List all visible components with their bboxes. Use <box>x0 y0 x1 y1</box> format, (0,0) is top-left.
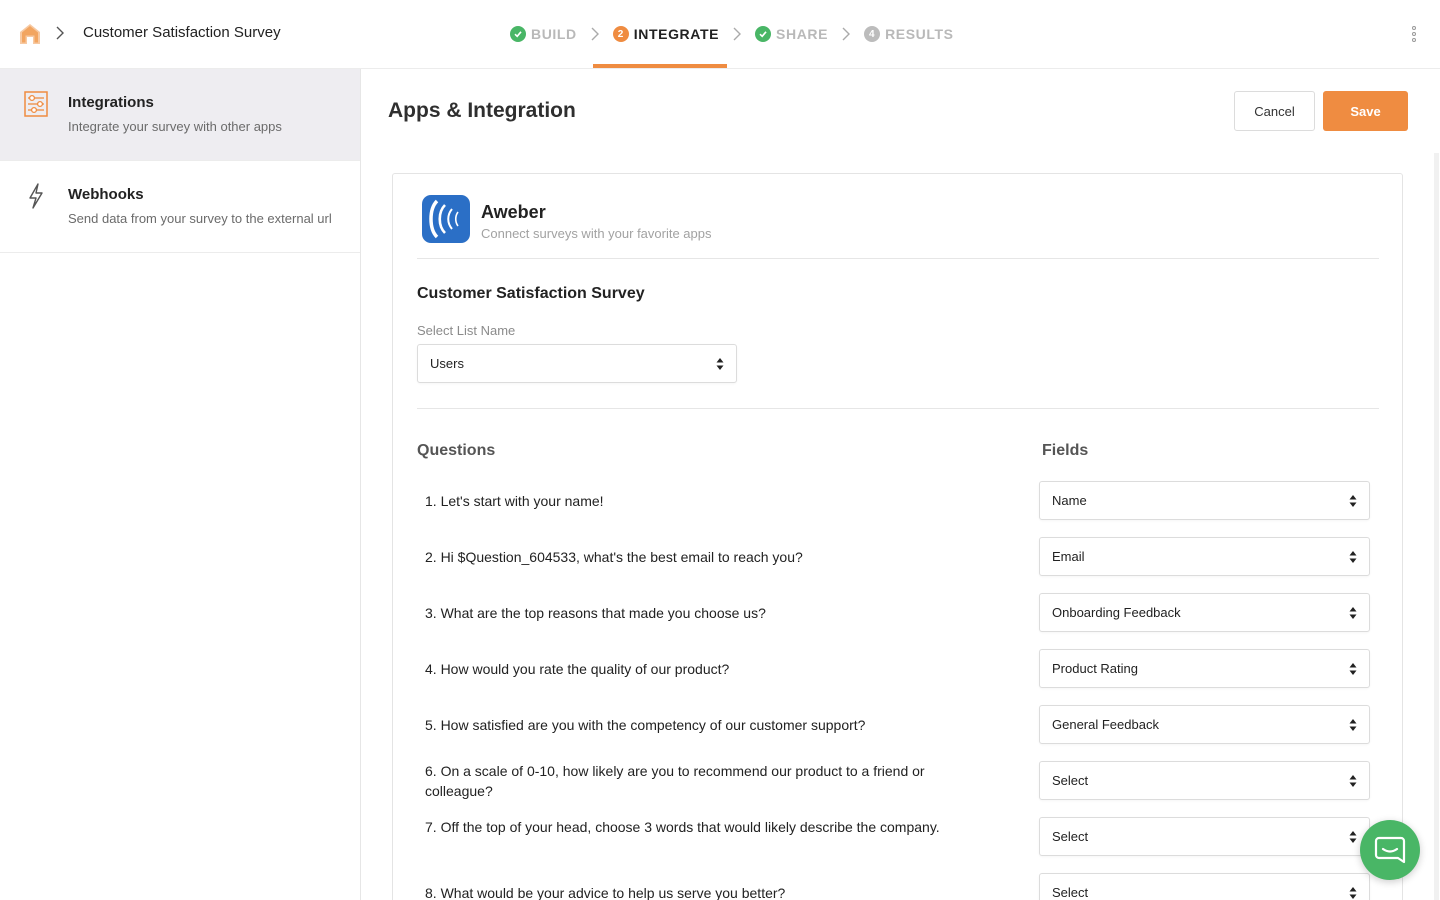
field-mapping-select[interactable]: General Feedback <box>1039 705 1370 744</box>
question-text: 2. Hi $Question_604533, what's the best … <box>425 549 803 565</box>
select-value: Select <box>1052 885 1089 900</box>
divider <box>417 408 1379 409</box>
questions-header: Questions <box>417 442 496 459</box>
list-name-select[interactable]: Users <box>417 344 737 383</box>
sidebar-item-title: Integrations <box>68 94 154 111</box>
question-text: 3. What are the top reasons that made yo… <box>425 605 766 621</box>
main-content: Apps & Integration Cancel Save Aweber Co… <box>361 69 1440 900</box>
chevron-right-icon <box>56 26 64 40</box>
select-value: Select <box>1052 829 1089 844</box>
select-value: Onboarding Feedback <box>1052 605 1181 620</box>
app-name: Aweber <box>481 202 546 222</box>
integration-card: Aweber Connect surveys with your favorit… <box>392 173 1403 900</box>
fields-header: Fields <box>1042 442 1089 459</box>
active-step-underline <box>593 64 727 68</box>
step-label: RESULTS <box>885 26 954 42</box>
sort-arrows-icon <box>1349 495 1357 507</box>
more-options-icon[interactable] <box>1405 24 1423 46</box>
list-name-label: Select List Name <box>417 323 516 338</box>
app-description: Connect surveys with your favorite apps <box>481 226 712 241</box>
question-text: 5. How satisfied are you with the compet… <box>425 717 866 733</box>
question-row: 2. Hi $Question_604533, what's the best … <box>393 537 1404 577</box>
home-icon[interactable] <box>19 23 41 45</box>
step-build[interactable]: BUILD <box>510 22 577 46</box>
sort-arrows-icon <box>1349 551 1357 563</box>
step-label: INTEGRATE <box>633 26 720 42</box>
aweber-logo-icon <box>422 195 470 243</box>
sort-arrows-icon <box>1349 775 1357 787</box>
question-text: 7. Off the top of your head, choose 3 wo… <box>425 819 940 835</box>
sidebar-item-webhooks[interactable]: Webhooks Send data from your survey to t… <box>0 161 360 253</box>
sidebar: Integrations Integrate your survey with … <box>0 69 361 900</box>
chevron-right-icon <box>591 27 599 41</box>
select-value: Name <box>1052 493 1087 508</box>
question-row: 3. What are the top reasons that made yo… <box>393 593 1404 633</box>
question-text: 8. What would be your advice to help us … <box>425 885 786 900</box>
field-mapping-select[interactable]: Select <box>1039 761 1370 800</box>
chat-launcher-button[interactable] <box>1360 820 1420 880</box>
sort-arrows-icon <box>716 358 724 370</box>
field-mapping-select[interactable]: Onboarding Feedback <box>1039 593 1370 632</box>
step-results[interactable]: 4 RESULTS <box>864 22 954 46</box>
question-row: 8. What would be your advice to help us … <box>393 873 1404 900</box>
sidebar-item-desc: Send data from your survey to the extern… <box>68 211 332 226</box>
question-row: 7. Off the top of your head, choose 3 wo… <box>393 817 1404 857</box>
check-icon <box>510 26 526 42</box>
field-mapping-select[interactable]: Email <box>1039 537 1370 576</box>
page-title: Apps & Integration <box>388 99 576 122</box>
question-row: 5. How satisfied are you with the compet… <box>393 705 1404 745</box>
select-value: Select <box>1052 773 1089 788</box>
step-integrate[interactable]: 2 INTEGRATE <box>612 22 720 46</box>
divider <box>417 258 1379 259</box>
form-title: Customer Satisfaction Survey <box>417 285 645 302</box>
sliders-icon <box>24 91 48 117</box>
scrollbar[interactable] <box>1434 153 1439 900</box>
question-text: 1. Let's start with your name! <box>425 493 604 509</box>
cancel-button[interactable]: Cancel <box>1234 91 1315 131</box>
sidebar-item-title: Webhooks <box>68 186 144 203</box>
question-row: 1. Let's start with your name! Name <box>393 481 1404 521</box>
progress-steps: BUILD 2 INTEGRATE SHARE 4 RESULTS <box>510 22 954 46</box>
sort-arrows-icon <box>1349 831 1357 843</box>
survey-title: Customer Satisfaction Survey <box>83 24 281 41</box>
select-value: Users <box>430 356 464 371</box>
select-value: General Feedback <box>1052 717 1159 732</box>
sort-arrows-icon <box>1349 663 1357 675</box>
lightning-icon <box>29 183 43 209</box>
select-value: Email <box>1052 549 1085 564</box>
chat-icon <box>1374 836 1406 864</box>
step-label: SHARE <box>776 26 829 42</box>
field-mapping-select[interactable]: Name <box>1039 481 1370 520</box>
step-number-badge: 2 <box>612 26 629 42</box>
step-label: BUILD <box>531 26 577 42</box>
sidebar-item-desc: Integrate your survey with other apps <box>68 119 282 134</box>
step-number-badge: 4 <box>864 26 881 42</box>
field-mapping-select[interactable]: Product Rating <box>1039 649 1370 688</box>
check-icon <box>755 26 772 42</box>
top-bar: Customer Satisfaction Survey BUILD 2 INT… <box>0 0 1440 69</box>
step-share[interactable]: SHARE <box>755 22 828 46</box>
field-mapping-select[interactable]: Select <box>1039 873 1370 900</box>
question-row: 4. How would you rate the quality of our… <box>393 649 1404 689</box>
sidebar-item-integrations[interactable]: Integrations Integrate your survey with … <box>0 69 360 161</box>
sort-arrows-icon <box>1349 719 1357 731</box>
field-mapping-select[interactable]: Select <box>1039 817 1370 856</box>
sort-arrows-icon <box>1349 887 1357 899</box>
question-text: 4. How would you rate the quality of our… <box>425 661 730 677</box>
sort-arrows-icon <box>1349 607 1357 619</box>
select-value: Product Rating <box>1052 661 1138 676</box>
save-button[interactable]: Save <box>1323 91 1408 131</box>
question-row: 6. On a scale of 0-10, how likely are yo… <box>393 761 1404 801</box>
chevron-right-icon <box>842 27 851 41</box>
question-text: 6. On a scale of 0-10, how likely are yo… <box>425 763 925 799</box>
chevron-right-icon <box>733 27 742 41</box>
